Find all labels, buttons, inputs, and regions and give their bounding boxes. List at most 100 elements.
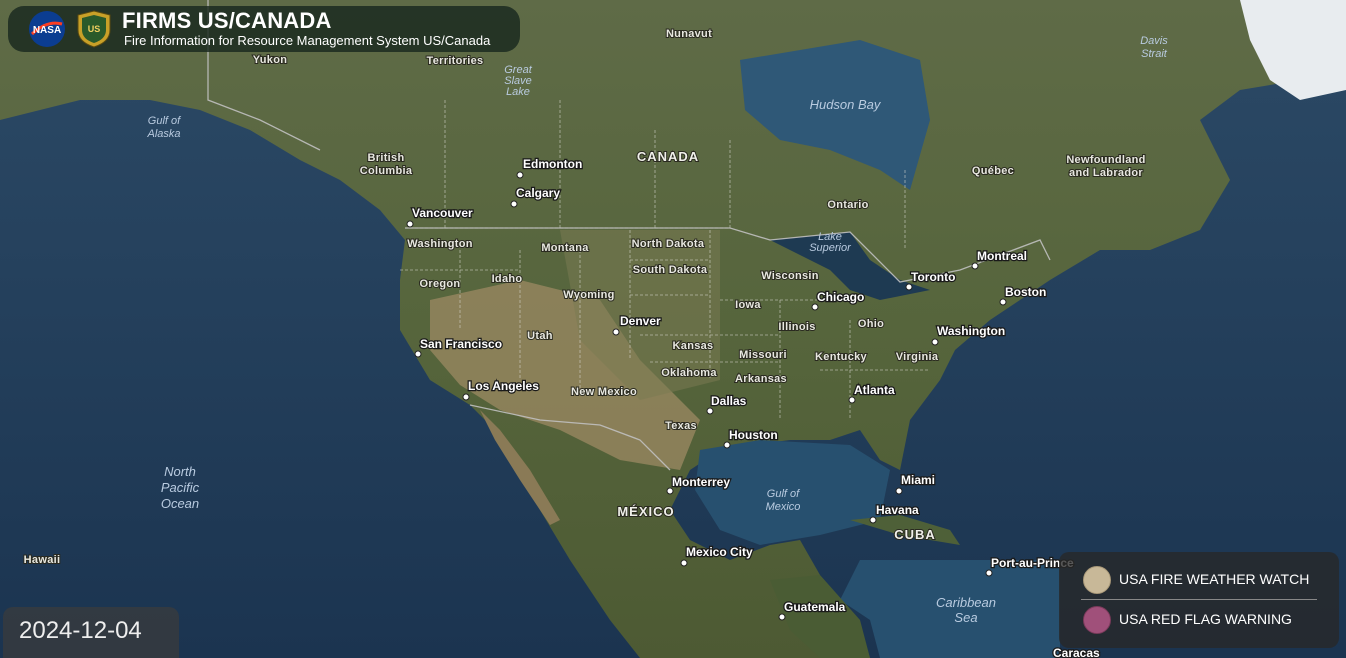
svg-text:NASA: NASA [33,25,61,36]
city-label-dallas: Dallas [711,394,747,408]
city-dot [612,328,620,336]
region-label-arkansas: Arkansas [735,373,787,385]
city-dot [680,559,688,567]
region-label-nl: Newfoundland [1066,154,1145,166]
legend-panel: USA FIRE WEATHER WATCH USA RED FLAG WARN… [1059,552,1339,648]
nasa-logo-icon[interactable]: NASA [28,10,66,48]
date-text: 2024-12-04 [19,617,142,644]
city-label-houston: Houston [729,428,778,442]
water-label-great-slave-3: Lake [506,86,530,98]
region-label-oklahoma: Oklahoma [661,367,717,379]
legend-divider [1081,599,1317,600]
country-label-mexico: MÉXICO [617,504,674,519]
city-dot [462,393,470,401]
usfs-shield-icon[interactable]: US [76,10,112,48]
legend-item-red-flag-warning[interactable]: USA RED FLAG WARNING [1083,605,1327,635]
water-label-north-pacific: North [164,464,196,479]
city-dot [414,350,422,358]
legend-swatch-red-flag-warning [1083,606,1111,634]
city-label-montreal: Montreal [977,249,1027,263]
city-dot [510,200,518,208]
region-label-yukon: Yukon [253,54,288,66]
region-label-nunavut: Nunavut [666,28,712,40]
city-dot [706,407,714,415]
region-label-ontario: Ontario [827,199,868,211]
city-label-toronto: Toronto [911,270,955,284]
city-label-atlanta: Atlanta [854,383,895,397]
city-label-edmonton: Edmonton [523,157,582,171]
region-label-iowa: Iowa [735,299,761,311]
water-label-gulf-of-alaska: Gulf of [148,115,181,127]
legend-item-fire-weather-watch[interactable]: USA FIRE WEATHER WATCH [1083,565,1327,595]
region-label-missouri: Missouri [739,349,787,361]
city-dot [723,441,731,449]
region-label-idaho: Idaho [492,273,523,285]
region-label-utah: Utah [527,330,553,342]
water-label-gulf-of-mexico: Gulf of [767,488,800,500]
region-label-north-dakota: North Dakota [632,238,705,250]
water-label-gulf-of-alaska-2: Alaska [146,128,180,140]
city-label-boston: Boston [1005,285,1046,299]
city-dot [985,569,993,577]
region-label-washington: Washington [407,238,473,250]
region-label-illinois: Illinois [778,321,815,333]
region-label-bc-2: Columbia [360,165,413,177]
water-label-north-pacific-2: Pacific [161,480,200,495]
legend-swatch-fire-weather-watch [1083,566,1111,594]
region-label-wyoming: Wyoming [563,289,614,301]
city-label-havana: Havana [876,503,919,517]
legend-label: USA FIRE WEATHER WATCH [1119,571,1310,587]
region-label-bc: British [368,152,405,164]
city-label-vancouver: Vancouver [412,206,473,220]
city-label-calgary: Calgary [516,186,560,200]
region-label-montana: Montana [541,242,589,254]
region-label-virginia: Virginia [896,351,939,363]
water-label-gulf-of-mexico-2: Mexico [766,501,801,513]
water-label-caribbean: Caribbean [936,595,996,610]
city-dot [931,338,939,346]
region-label-texas: Texas [665,420,697,432]
region-label-quebec: Québec [972,165,1014,177]
region-label-hawaii: Hawaii [24,554,61,566]
region-label-oregon: Oregon [420,278,461,290]
city-dot [905,283,913,291]
city-dot [406,220,414,228]
water-label-lake-superior-2: Superior [809,242,852,254]
app-header: NASA US FIRMS US/CANADA Fire Information… [8,6,520,52]
city-label-mexico-city: Mexico City [686,545,753,559]
country-label-canada: CANADA [637,149,699,164]
city-label-miami: Miami [901,473,935,487]
city-label-guatemala: Guatemala [784,600,846,614]
city-label-washington: Washington [937,324,1005,338]
city-dot [999,298,1007,306]
city-label-san-francisco: San Francisco [420,337,502,351]
region-label-new-mexico: New Mexico [571,386,637,398]
region-label-wisconsin: Wisconsin [761,270,819,282]
city-dot [811,303,819,311]
city-dot [778,613,786,621]
date-display[interactable]: 2024-12-04 [3,607,179,658]
water-label-davis-strait-2: Strait [1141,48,1168,60]
city-label-denver: Denver [620,314,661,328]
city-label-los-angeles: Los Angeles [468,379,539,393]
city-dot [895,487,903,495]
svg-text:US: US [88,24,101,34]
region-label-kentucky: Kentucky [815,351,867,363]
region-label-ohio: Ohio [858,318,884,330]
city-label-monterrey: Monterrey [672,475,730,489]
region-label-south-dakota: South Dakota [633,264,708,276]
country-label-cuba: CUBA [894,527,936,542]
region-label-territories: Territories [427,55,484,67]
city-dot [516,171,524,179]
city-dot [869,516,877,524]
water-label-north-pacific-3: Ocean [161,496,199,511]
city-label-chicago: Chicago [817,290,864,304]
water-label-caribbean-2: Sea [954,610,977,625]
region-label-nl-2: and Labrador [1069,167,1143,179]
water-label-davis-strait: Davis [1140,35,1168,47]
water-label-hudson-bay: Hudson Bay [810,97,882,112]
region-label-kansas: Kansas [673,340,714,352]
app-title: FIRMS US/CANADA [122,8,332,33]
city-dot [971,262,979,270]
legend-label: USA RED FLAG WARNING [1119,611,1292,627]
